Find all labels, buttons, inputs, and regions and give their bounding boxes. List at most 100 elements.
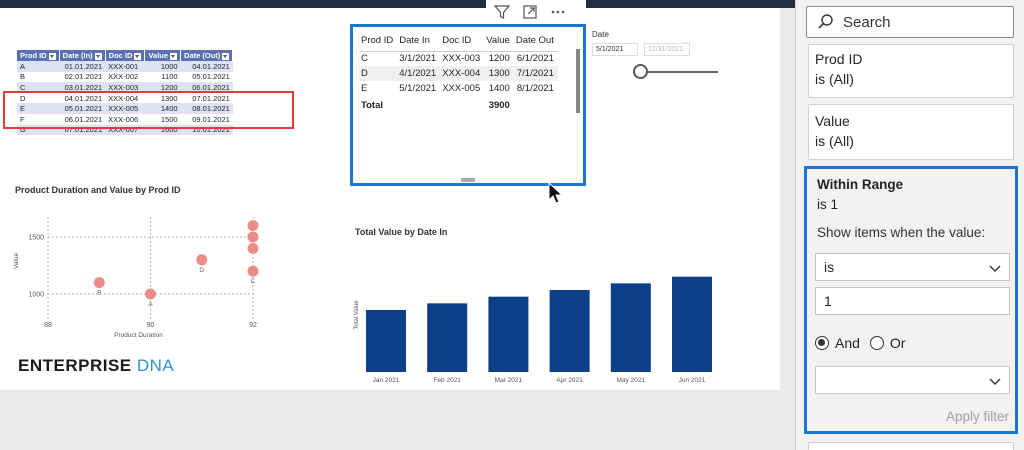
total-label: Total bbox=[361, 99, 383, 111]
more-options-icon[interactable] bbox=[548, 2, 568, 22]
cell: 01.01.2021 bbox=[59, 61, 106, 72]
table-row: E 5/1/2021 XXX-005 1400 8/1/2021 bbox=[359, 81, 558, 96]
filter-card-within-range[interactable]: Within Range is 1 Show items when the va… bbox=[804, 166, 1018, 434]
y-tick-label: 1000 bbox=[28, 292, 44, 299]
date-to-input[interactable]: 12/31/2021 bbox=[644, 43, 690, 56]
focused-table-visual[interactable]: Prod ID Date In Doc ID Value Date Out C … bbox=[350, 24, 586, 186]
top-bar bbox=[0, 0, 795, 8]
column-header[interactable]: Date In bbox=[397, 33, 441, 52]
data-point bbox=[247, 242, 259, 254]
point-label: C bbox=[251, 278, 256, 285]
filter-card-title: Prod ID bbox=[815, 51, 863, 67]
source-table-header: Prod ID Date (In) Doc ID Value Date (Out… bbox=[17, 50, 234, 61]
cell: 4/1/2021 bbox=[397, 66, 441, 81]
cell: 02.01.2021 bbox=[59, 71, 106, 83]
filter-value-text: 1 bbox=[824, 293, 832, 309]
filter-card-prod-id[interactable]: Prod ID is (All) bbox=[808, 44, 1014, 98]
cell: XXX-003 bbox=[442, 53, 481, 65]
data-point bbox=[247, 231, 259, 243]
date-from-input[interactable]: 5/1/2021 bbox=[592, 43, 638, 56]
date-slicer-label: Date bbox=[592, 30, 609, 39]
search-icon bbox=[818, 14, 833, 29]
filter-card-title: Within Range bbox=[817, 177, 904, 192]
bar bbox=[672, 276, 712, 372]
filtered-table: Prod ID Date In Doc ID Value Date Out C … bbox=[359, 33, 558, 114]
resize-handle[interactable] bbox=[461, 178, 475, 182]
filter-card[interactable] bbox=[808, 442, 1014, 450]
column-header[interactable]: Prod ID bbox=[17, 50, 60, 61]
y-axis-label: Value bbox=[13, 253, 20, 270]
focus-mode-icon[interactable] bbox=[520, 2, 540, 22]
total-row: Total 3900 bbox=[359, 96, 558, 114]
cell: 7/1/2021 bbox=[513, 66, 558, 81]
y-axis-label: Total Value bbox=[354, 300, 360, 330]
bar bbox=[366, 310, 406, 372]
bar-chart-title: Total Value by Date In bbox=[355, 227, 448, 237]
total-value: 3900 bbox=[488, 99, 510, 111]
apply-filter-button[interactable]: Apply filter bbox=[946, 407, 1009, 427]
filter-pane: Search Prod ID is (All) Value is (All) W… bbox=[795, 0, 1024, 450]
bar bbox=[549, 290, 590, 372]
cell: XXX-001 bbox=[105, 61, 145, 72]
x-axis-label: Product Duration bbox=[114, 332, 163, 339]
filtered-table-header: Prod ID Date In Doc ID Value Date Out bbox=[359, 33, 558, 52]
enterprise-dna-logo: ENTERPRISE DNA bbox=[18, 356, 175, 375]
date-slider-handle[interactable] bbox=[633, 64, 648, 79]
data-point bbox=[247, 265, 259, 277]
mouse-cursor-icon bbox=[548, 182, 564, 204]
x-tick-label: Feb 2021 bbox=[433, 377, 461, 384]
dropdown-icon[interactable] bbox=[48, 52, 56, 60]
visual-header bbox=[486, 0, 586, 24]
or-label: Or bbox=[889, 335, 906, 351]
cell: 1400 bbox=[488, 83, 510, 94]
column-header[interactable]: Value bbox=[144, 50, 182, 61]
bar-chart: Jan 2021 Feb 2021 Mar 2021 Apr 2021 May 2021… bbox=[354, 276, 712, 384]
y-tick-label: 1500 bbox=[28, 235, 44, 242]
search-box[interactable]: Search bbox=[806, 6, 1014, 38]
column-header[interactable]: Doc ID bbox=[440, 33, 485, 52]
or-radio[interactable] bbox=[869, 336, 884, 350]
data-point bbox=[196, 254, 208, 266]
and-radio[interactable] bbox=[815, 336, 829, 350]
filter-card-value[interactable]: Value is (All) bbox=[808, 104, 1014, 160]
chevron-down-icon bbox=[989, 265, 1001, 272]
second-operator-dropdown[interactable] bbox=[815, 366, 1010, 394]
operator-value: is bbox=[824, 259, 835, 275]
x-tick-label: 92 bbox=[249, 322, 257, 329]
x-tick-label: 90 bbox=[147, 322, 155, 329]
column-header[interactable]: Date (Out) bbox=[180, 50, 234, 61]
dropdown-icon[interactable] bbox=[94, 52, 102, 60]
bar bbox=[610, 283, 651, 372]
show-items-label: Show items when the value: bbox=[817, 225, 986, 240]
x-tick-label: 88 bbox=[44, 322, 52, 329]
cell: 1100 bbox=[144, 71, 181, 83]
cell bbox=[397, 96, 440, 114]
cell: C bbox=[361, 53, 368, 65]
filter-icon[interactable] bbox=[492, 2, 512, 22]
cell: 3/1/2021 bbox=[399, 53, 437, 65]
point-label: B bbox=[97, 290, 101, 297]
column-header[interactable]: Date (In) bbox=[59, 50, 106, 61]
bar bbox=[427, 303, 468, 372]
scrollbar[interactable] bbox=[576, 49, 580, 113]
dropdown-icon[interactable] bbox=[134, 52, 142, 60]
column-header[interactable]: Prod ID bbox=[359, 33, 398, 52]
cell: A bbox=[17, 61, 60, 72]
operator-dropdown[interactable]: is bbox=[815, 253, 1010, 281]
column-header[interactable]: Value bbox=[484, 33, 514, 52]
dropdown-icon[interactable] bbox=[170, 52, 178, 60]
column-header[interactable]: Date Out bbox=[513, 33, 558, 52]
filter-value-input[interactable]: 1 bbox=[815, 287, 1010, 315]
cell: XXX-005 bbox=[442, 83, 481, 94]
cell: B bbox=[17, 71, 60, 83]
and-label: And bbox=[835, 335, 860, 351]
and-or-toggle: And Or bbox=[815, 333, 905, 353]
cell: 1200 bbox=[488, 53, 510, 65]
cell bbox=[440, 96, 484, 114]
date-slider-track[interactable] bbox=[640, 71, 718, 73]
cell: XXX-004 bbox=[440, 66, 485, 81]
table-row: C 3/1/2021 XXX-003 1200 6/1/2021 bbox=[359, 51, 558, 66]
x-tick-label: Apr 2021 bbox=[556, 377, 583, 384]
dropdown-icon[interactable] bbox=[222, 52, 230, 60]
column-header[interactable]: Doc ID bbox=[105, 50, 146, 61]
